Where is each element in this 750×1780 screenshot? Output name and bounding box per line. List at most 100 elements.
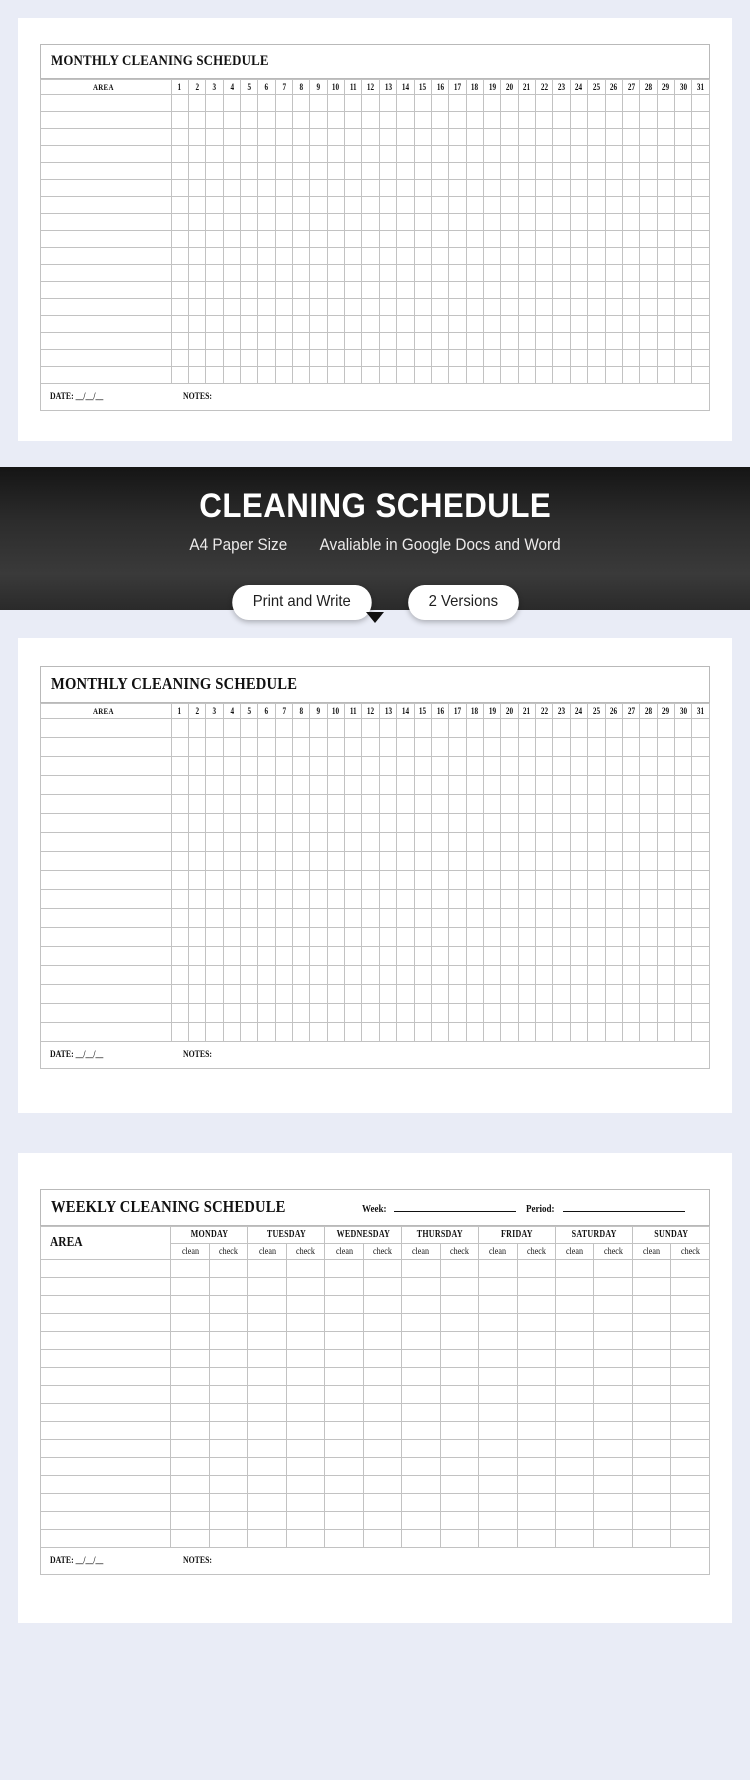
day-cell[interactable] bbox=[482, 315, 502, 333]
day-cell[interactable] bbox=[621, 755, 641, 776]
day-cell[interactable] bbox=[535, 774, 554, 795]
day-cell[interactable] bbox=[187, 230, 207, 248]
day-cell[interactable] bbox=[587, 332, 606, 350]
day-cell[interactable] bbox=[362, 1330, 403, 1350]
pill-two-versions[interactable]: 2 Versions bbox=[408, 584, 519, 620]
day-cell[interactable] bbox=[482, 179, 502, 197]
day-cell[interactable] bbox=[593, 1456, 633, 1476]
day-cell[interactable] bbox=[656, 869, 675, 890]
day-cell[interactable] bbox=[482, 332, 502, 350]
day-cell[interactable] bbox=[465, 264, 485, 282]
day-cell[interactable] bbox=[362, 1402, 403, 1422]
day-cell[interactable] bbox=[500, 128, 519, 146]
day-cell[interactable] bbox=[170, 230, 189, 248]
day-cell[interactable] bbox=[500, 230, 519, 248]
day-cell[interactable] bbox=[170, 793, 189, 814]
day-cell[interactable] bbox=[569, 366, 589, 384]
day-cell[interactable] bbox=[639, 94, 658, 112]
day-cell[interactable] bbox=[324, 1348, 364, 1368]
day-cell[interactable] bbox=[691, 926, 710, 947]
day-cell[interactable] bbox=[413, 264, 432, 282]
day-cell[interactable] bbox=[604, 736, 623, 757]
day-cell[interactable] bbox=[430, 793, 450, 814]
day-cell[interactable] bbox=[326, 755, 346, 776]
day-cell[interactable] bbox=[170, 145, 189, 163]
day-cell[interactable] bbox=[413, 230, 432, 248]
day-cell[interactable] bbox=[187, 850, 207, 871]
day-cell[interactable] bbox=[187, 111, 207, 129]
area-cell[interactable] bbox=[39, 1420, 172, 1440]
day-cell[interactable] bbox=[396, 366, 415, 384]
day-cell[interactable] bbox=[378, 179, 398, 197]
day-cell[interactable] bbox=[517, 366, 537, 384]
day-cell[interactable] bbox=[535, 315, 554, 333]
day-cell[interactable] bbox=[656, 298, 675, 316]
day-cell[interactable] bbox=[309, 349, 328, 367]
day-cell[interactable] bbox=[257, 964, 276, 985]
day-cell[interactable] bbox=[639, 298, 658, 316]
day-cell[interactable] bbox=[309, 869, 328, 890]
day-cell[interactable] bbox=[413, 1002, 432, 1023]
day-cell[interactable] bbox=[326, 196, 346, 214]
day-cell[interactable] bbox=[205, 264, 224, 282]
day-cell[interactable] bbox=[401, 1366, 441, 1386]
area-cell[interactable] bbox=[39, 1438, 172, 1458]
day-cell[interactable] bbox=[631, 1366, 672, 1386]
day-cell[interactable] bbox=[465, 850, 485, 871]
day-cell[interactable] bbox=[344, 736, 363, 757]
day-cell[interactable] bbox=[324, 1276, 364, 1296]
day-cell[interactable] bbox=[656, 1021, 675, 1042]
day-cell[interactable] bbox=[274, 888, 294, 909]
day-cell[interactable] bbox=[478, 1258, 518, 1278]
day-cell[interactable] bbox=[208, 1438, 249, 1458]
day-cell[interactable] bbox=[593, 1366, 633, 1386]
day-cell[interactable] bbox=[552, 298, 571, 316]
day-cell[interactable] bbox=[378, 812, 398, 833]
day-cell[interactable] bbox=[378, 264, 398, 282]
area-cell[interactable] bbox=[39, 1294, 172, 1314]
day-cell[interactable] bbox=[691, 812, 710, 833]
day-cell[interactable] bbox=[396, 264, 415, 282]
day-cell[interactable] bbox=[208, 1276, 249, 1296]
day-cell[interactable] bbox=[517, 888, 537, 909]
day-cell[interactable] bbox=[555, 1492, 595, 1512]
day-cell[interactable] bbox=[673, 774, 693, 795]
day-cell[interactable] bbox=[670, 1330, 710, 1350]
day-cell[interactable] bbox=[205, 850, 224, 871]
day-cell[interactable] bbox=[587, 196, 606, 214]
day-cell[interactable] bbox=[517, 94, 537, 112]
day-cell[interactable] bbox=[292, 128, 311, 146]
day-cell[interactable] bbox=[673, 247, 693, 265]
day-cell[interactable] bbox=[401, 1348, 441, 1368]
day-cell[interactable] bbox=[401, 1258, 441, 1278]
day-cell[interactable] bbox=[552, 945, 571, 966]
day-cell[interactable] bbox=[517, 264, 537, 282]
day-cell[interactable] bbox=[187, 145, 207, 163]
day-cell[interactable] bbox=[396, 298, 415, 316]
day-cell[interactable] bbox=[170, 213, 189, 231]
day-cell[interactable] bbox=[344, 755, 363, 776]
day-cell[interactable] bbox=[170, 812, 189, 833]
day-cell[interactable] bbox=[604, 831, 623, 852]
day-cell[interactable] bbox=[673, 94, 693, 112]
day-cell[interactable] bbox=[621, 945, 641, 966]
day-cell[interactable] bbox=[673, 196, 693, 214]
day-cell[interactable] bbox=[482, 926, 502, 947]
day-cell[interactable] bbox=[396, 926, 415, 947]
day-cell[interactable] bbox=[361, 264, 380, 282]
day-cell[interactable] bbox=[621, 964, 641, 985]
day-cell[interactable] bbox=[516, 1402, 557, 1422]
day-cell[interactable] bbox=[448, 812, 467, 833]
day-cell[interactable] bbox=[208, 1420, 249, 1440]
day-cell[interactable] bbox=[292, 111, 311, 129]
day-cell[interactable] bbox=[587, 793, 606, 814]
day-cell[interactable] bbox=[691, 1021, 710, 1042]
day-cell[interactable] bbox=[448, 755, 467, 776]
day-cell[interactable] bbox=[285, 1474, 326, 1494]
day-cell[interactable] bbox=[205, 907, 224, 928]
day-cell[interactable] bbox=[205, 366, 224, 384]
day-cell[interactable] bbox=[205, 983, 224, 1004]
day-cell[interactable] bbox=[673, 736, 693, 757]
day-cell[interactable] bbox=[187, 888, 207, 909]
day-cell[interactable] bbox=[324, 1330, 364, 1350]
